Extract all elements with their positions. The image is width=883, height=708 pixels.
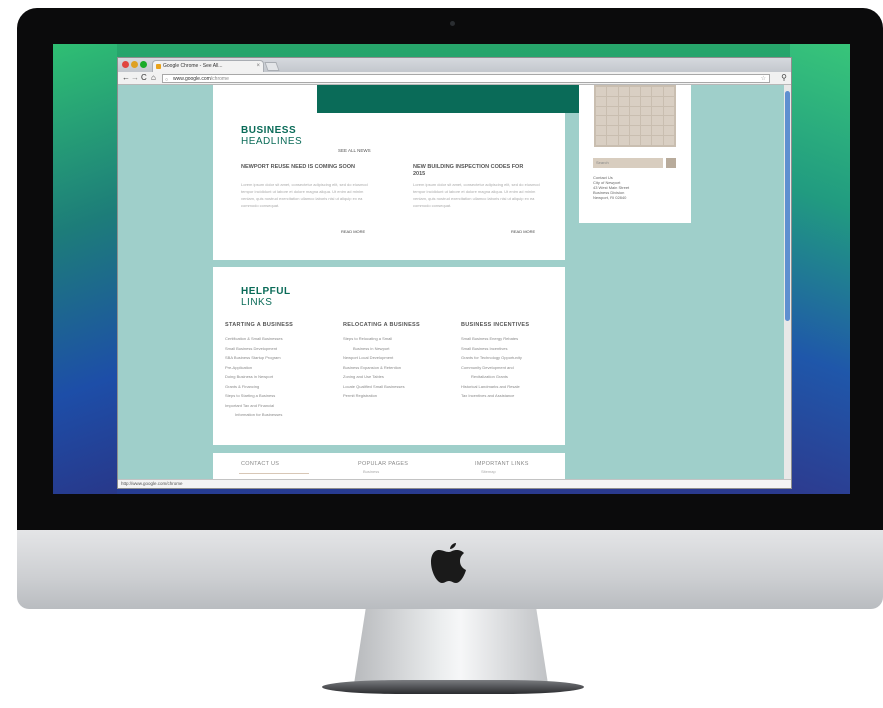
wrench-menu-icon[interactable]: ⚲: [781, 72, 787, 84]
page-info-icon[interactable]: ○: [165, 76, 168, 84]
links-column-title: RELOCATING A BUSINESS: [343, 322, 420, 328]
search-submit-button[interactable]: [666, 158, 676, 168]
link-item[interactable]: Steps to Relocating a Small: [343, 334, 458, 344]
imac-stand: [354, 609, 548, 684]
forward-arrow-icon[interactable]: →: [131, 72, 139, 84]
event-calendar[interactable]: [594, 85, 676, 147]
link-item[interactable]: Newport Local Development: [343, 353, 458, 363]
link-item[interactable]: Revitalization Grants: [461, 372, 576, 382]
sidebar-contact-info: Contact Us City of Newport 43 West Main …: [593, 175, 683, 200]
favicon-icon: [156, 64, 161, 69]
article-excerpt: Lorem ipsum dolor sit amet, consectetur …: [241, 182, 368, 208]
link-item[interactable]: Community Development and: [461, 363, 576, 373]
link-item[interactable]: Small Business Development: [225, 344, 340, 354]
link-item[interactable]: Information for Businesses: [225, 410, 340, 420]
link-item[interactable]: Grants for Technology Opportunity: [461, 353, 576, 363]
read-more-link[interactable]: READ MORE: [511, 229, 535, 234]
bookmark-star-icon[interactable]: ☆: [761, 75, 766, 83]
desktop-wallpaper-left: [53, 44, 117, 494]
status-url: http://www.google.com/chrome: [121, 481, 183, 486]
article-excerpt: Lorem ipsum dolor sit amet, consectetur …: [413, 182, 540, 208]
link-item[interactable]: Business in Newport: [343, 344, 458, 354]
see-all-news-link[interactable]: SEE ALL NEWS: [338, 148, 371, 153]
scrollbar-thumb[interactable]: [785, 91, 790, 321]
maximize-window-button[interactable]: [140, 61, 147, 68]
links-list-starting: Certification & Small Businesses Small B…: [225, 334, 340, 420]
imac-stand-base: [322, 680, 584, 694]
read-more-link[interactable]: READ MORE: [341, 229, 365, 234]
desktop-wallpaper-right: [790, 44, 850, 494]
link-item[interactable]: Locate Qualified Small Businesses: [343, 382, 458, 392]
link-item[interactable]: Certification & Small Businesses: [225, 334, 340, 344]
reload-icon[interactable]: C: [141, 72, 147, 84]
links-list-incentives: Small Business Energy Rebates Small Busi…: [461, 334, 576, 401]
link-item[interactable]: Small Business Incentives: [461, 344, 576, 354]
minimize-window-button[interactable]: [131, 61, 138, 68]
link-item[interactable]: Historical Landmarks and Resale: [461, 382, 576, 392]
vertical-scrollbar[interactable]: [784, 85, 791, 480]
sidebar-search-input[interactable]: Search: [593, 158, 663, 168]
new-tab-button[interactable]: [264, 62, 280, 71]
url-path: /chrome: [210, 76, 229, 82]
footer-contact-title[interactable]: CONTACT US: [241, 461, 279, 467]
browser-window: Google Chrome - See All... × ← → C ⌂ ○ w…: [117, 57, 792, 489]
browser-toolbar: ← → C ⌂ ○ www.google.com/chrome ☆ ⚲: [118, 72, 791, 85]
link-item[interactable]: Business Expansion & Retention: [343, 363, 458, 373]
link-item[interactable]: Important Tax and Financial: [225, 401, 340, 411]
close-window-button[interactable]: [122, 61, 129, 68]
link-item[interactable]: Steps to Starting a Business: [225, 391, 340, 401]
contact-line: Newport, RI 02840: [593, 195, 627, 200]
link-item[interactable]: SBA Business Startup Program: [225, 353, 340, 363]
browser-tab[interactable]: Google Chrome - See All... ×: [152, 60, 264, 72]
helpful-title-bold: HELPFUL: [241, 286, 291, 297]
footer-divider: [239, 473, 309, 474]
link-item[interactable]: Pre-Application: [225, 363, 340, 373]
links-column-title: STARTING A BUSINESS: [225, 322, 294, 328]
footer-card: CONTACT US POPULAR PAGES Business IMPORT…: [213, 453, 565, 480]
link-item[interactable]: Grants & Financing: [225, 382, 340, 392]
link-item[interactable]: Small Business Energy Rebates: [461, 334, 576, 344]
footer-popular-link[interactable]: Business: [363, 469, 379, 474]
headlines-title-light: HEADLINES: [241, 136, 303, 147]
camera-dot: [450, 21, 455, 26]
link-item[interactable]: Permit Registration: [343, 391, 458, 401]
link-item[interactable]: Doing Business in Newport: [225, 372, 340, 382]
article-title[interactable]: NEW BUILDING INSPECTION CODES FOR 2015: [413, 164, 533, 178]
screen: Google Chrome - See All... × ← → C ⌂ ○ w…: [53, 44, 850, 494]
footer-popular-title: POPULAR PAGES: [358, 461, 409, 467]
footer-important-title: IMPORTANT LINKS: [475, 461, 529, 467]
status-bar: http://www.google.com/chrome: [118, 479, 791, 488]
url-host: www.google.com: [173, 76, 211, 82]
back-arrow-icon[interactable]: ←: [122, 72, 130, 84]
links-column-title: BUSINESS INCENTIVES: [461, 322, 530, 328]
headlines-title-bold: BUSINESS: [241, 125, 297, 136]
home-icon[interactable]: ⌂: [151, 72, 156, 84]
article-title[interactable]: NEWPORT REUSE NEED IS COMING SOON: [241, 164, 361, 171]
footer-important-link[interactable]: Sitemap: [481, 469, 496, 474]
apple-logo-icon: [431, 543, 466, 583]
helpful-links-card: HELPFUL LINKS STARTING A BUSINESS Certif…: [213, 267, 565, 445]
tab-title: Google Chrome - See All...: [163, 63, 223, 69]
link-item[interactable]: Zoning and Use Tables: [343, 372, 458, 382]
business-headlines-card: BUSINESS HEADLINES SEE ALL NEWS NEWPORT …: [213, 85, 651, 260]
page-viewport: BUSINESS HEADLINES SEE ALL NEWS NEWPORT …: [118, 85, 784, 480]
close-tab-icon[interactable]: ×: [256, 61, 260, 72]
tab-bar: Google Chrome - See All... ×: [118, 58, 791, 72]
address-bar[interactable]: ○ www.google.com/chrome ☆: [162, 74, 770, 83]
link-item[interactable]: Tax Incentives and Assistance: [461, 391, 576, 401]
links-list-relocating: Steps to Relocating a Small Business in …: [343, 334, 458, 401]
helpful-title-light: LINKS: [241, 297, 273, 308]
